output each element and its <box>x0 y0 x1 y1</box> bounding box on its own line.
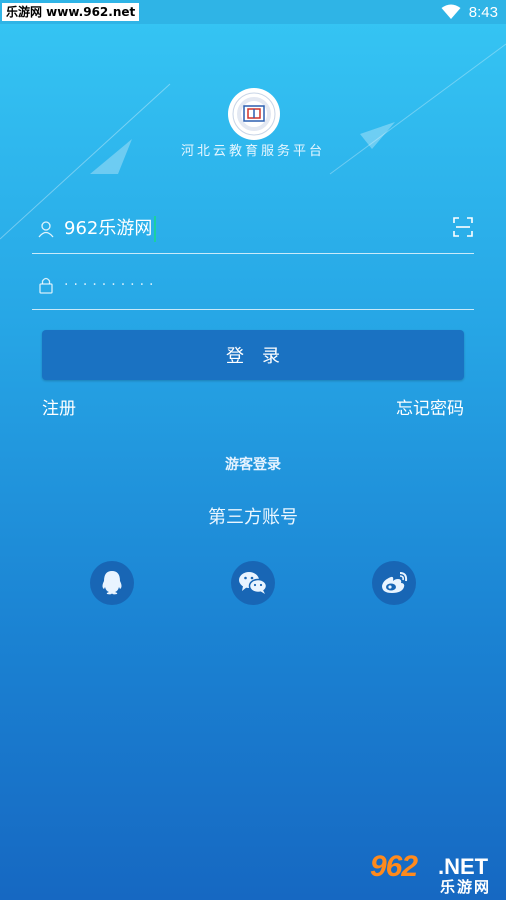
watermark-number: 962 <box>370 850 418 883</box>
clock: 8:43 <box>468 3 498 21</box>
password-input[interactable]: ·········· <box>64 272 159 298</box>
guest-login-link[interactable]: 游客登录 <box>0 454 506 474</box>
login-button[interactable]: 登录 <box>42 330 464 380</box>
password-field[interactable]: ·········· <box>32 260 474 310</box>
qq-login-button[interactable] <box>90 561 134 605</box>
user-icon <box>38 221 54 238</box>
wifi-icon <box>441 4 461 19</box>
weibo-login-button[interactable] <box>372 561 416 605</box>
forgot-password-link[interactable]: 忘记密码 <box>396 394 464 419</box>
qq-icon <box>102 571 122 595</box>
site-logo-watermark: 962 .NET 乐游网 <box>366 850 500 896</box>
school-seal-logo <box>232 92 276 136</box>
weibo-icon <box>382 572 408 593</box>
platform-title: 河北云教育服务平台 <box>180 144 325 159</box>
register-link[interactable]: 注册 <box>42 394 76 419</box>
wechat-icon <box>239 572 268 594</box>
third-party-title: 第三方账号 <box>208 507 298 528</box>
watermark-cn: 乐游网 <box>440 878 492 896</box>
lock-icon <box>39 277 53 294</box>
username-field[interactable]: 962乐游网 <box>32 204 474 254</box>
platform-logo <box>228 88 280 140</box>
status-bar: 乐游网 www.962.net 8:43 <box>0 0 506 24</box>
scan-icon[interactable] <box>452 216 474 238</box>
wechat-login-button[interactable] <box>231 561 275 605</box>
username-input[interactable]: 962乐游网 <box>64 216 157 242</box>
site-watermark: 乐游网 www.962.net <box>2 3 140 21</box>
